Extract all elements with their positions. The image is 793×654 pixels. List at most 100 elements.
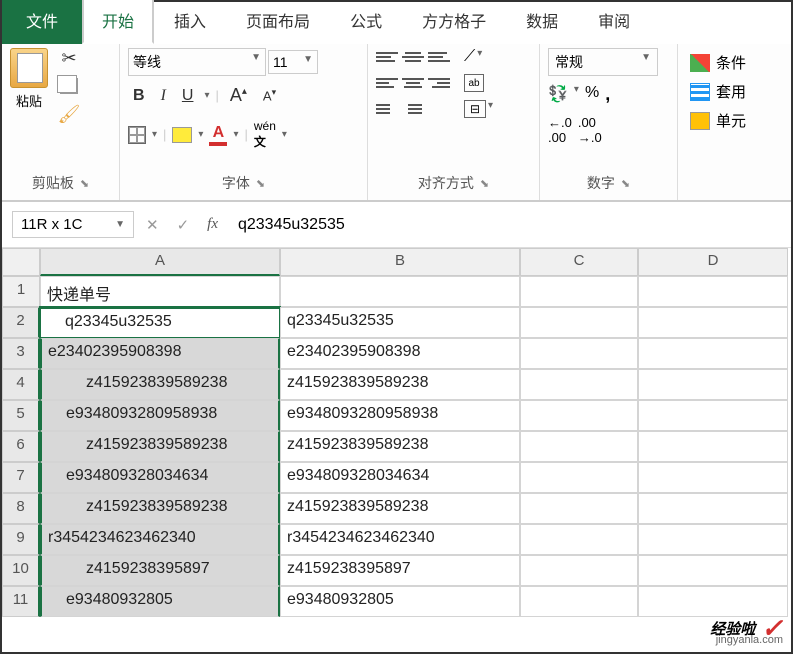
comma-button[interactable]: , bbox=[605, 84, 610, 105]
font-size-select[interactable]: 11▼ bbox=[268, 50, 318, 74]
cell[interactable] bbox=[520, 462, 638, 493]
number-format-select[interactable]: 常规▼ bbox=[548, 48, 658, 76]
cell[interactable]: e9348093280958938 bbox=[40, 400, 280, 431]
fill-color-button[interactable] bbox=[172, 127, 192, 143]
cell[interactable]: z4159238395897 bbox=[280, 555, 520, 586]
cell[interactable] bbox=[638, 276, 788, 307]
tab-review[interactable]: 审阅 bbox=[578, 0, 650, 44]
cell[interactable]: z415923839589238 bbox=[40, 431, 280, 462]
cell[interactable]: z415923839589238 bbox=[280, 493, 520, 524]
fx-icon[interactable]: fx bbox=[207, 216, 218, 234]
row-header[interactable]: 7 bbox=[2, 462, 40, 493]
orientation-button[interactable]: ⟋ bbox=[464, 48, 475, 66]
format-painter-icon[interactable]: 🖌 bbox=[58, 104, 80, 124]
conditional-format-button[interactable]: 条件 bbox=[690, 52, 779, 73]
tab-formulas[interactable]: 公式 bbox=[330, 0, 402, 44]
format-table-button[interactable]: 套用 bbox=[690, 81, 779, 102]
italic-button[interactable]: I bbox=[156, 84, 171, 108]
chevron-down-icon[interactable]: ▾ bbox=[233, 129, 238, 140]
decrease-indent-button[interactable] bbox=[376, 100, 398, 118]
formula-input[interactable]: q23345u32535 bbox=[230, 212, 781, 238]
row-header[interactable]: 8 bbox=[2, 493, 40, 524]
cell[interactable] bbox=[638, 400, 788, 431]
cell[interactable]: r3454234623462340 bbox=[40, 524, 280, 555]
cell[interactable] bbox=[638, 493, 788, 524]
cell[interactable]: 快递单号 bbox=[40, 276, 280, 307]
tab-file[interactable]: 文件 bbox=[2, 0, 82, 44]
cell[interactable]: z415923839589238 bbox=[40, 369, 280, 400]
expand-icon[interactable]: ⬊ bbox=[621, 177, 630, 190]
wrap-text-button[interactable]: ab bbox=[464, 74, 484, 92]
tab-ffgz[interactable]: 方方格子 bbox=[402, 0, 506, 44]
cell[interactable] bbox=[638, 524, 788, 555]
name-box[interactable]: 11R x 1C▼ bbox=[12, 211, 134, 238]
row-header[interactable]: 5 bbox=[2, 400, 40, 431]
column-header-c[interactable]: C bbox=[520, 248, 638, 276]
cell[interactable] bbox=[520, 524, 638, 555]
copy-icon[interactable] bbox=[58, 76, 80, 96]
font-name-select[interactable]: 等线▼ bbox=[128, 48, 266, 76]
expand-icon[interactable]: ⬊ bbox=[80, 177, 89, 190]
cell[interactable] bbox=[520, 307, 638, 338]
cancel-icon[interactable]: ✕ bbox=[146, 216, 159, 234]
currency-button[interactable]: 💱 bbox=[548, 84, 568, 105]
increase-decimal-button[interactable]: ←.0.00 bbox=[548, 115, 572, 145]
cell[interactable]: e934809328034634 bbox=[40, 462, 280, 493]
row-header[interactable]: 10 bbox=[2, 555, 40, 586]
expand-icon[interactable]: ⬊ bbox=[256, 177, 265, 190]
chevron-down-icon[interactable]: ▾ bbox=[152, 129, 157, 140]
phonetic-button[interactable]: wén文 bbox=[254, 119, 276, 150]
cell-styles-button[interactable]: 单元 bbox=[690, 110, 779, 131]
chevron-down-icon[interactable]: ▾ bbox=[574, 84, 579, 105]
expand-icon[interactable]: ⬊ bbox=[480, 177, 489, 190]
row-header[interactable]: 4 bbox=[2, 369, 40, 400]
cell[interactable]: z415923839589238 bbox=[40, 493, 280, 524]
select-all-corner[interactable] bbox=[2, 248, 40, 276]
tab-layout[interactable]: 页面布局 bbox=[226, 0, 330, 44]
cell[interactable] bbox=[520, 586, 638, 617]
confirm-icon[interactable]: ✓ bbox=[177, 216, 190, 234]
tab-data[interactable]: 数据 bbox=[506, 0, 578, 44]
merge-button[interactable]: ⊟ bbox=[464, 100, 486, 118]
cell[interactable] bbox=[520, 555, 638, 586]
cell[interactable] bbox=[520, 369, 638, 400]
column-header-d[interactable]: D bbox=[638, 248, 788, 276]
cell[interactable]: e934809328034634 bbox=[280, 462, 520, 493]
cell[interactable]: e93480932805 bbox=[280, 586, 520, 617]
tab-insert[interactable]: 插入 bbox=[154, 0, 226, 44]
cell[interactable]: e93480932805 bbox=[40, 586, 280, 617]
cell[interactable]: e23402395908398 bbox=[280, 338, 520, 369]
cell[interactable] bbox=[638, 307, 788, 338]
align-center-button[interactable] bbox=[402, 74, 424, 92]
column-header-b[interactable]: B bbox=[280, 248, 520, 276]
column-header-a[interactable]: A bbox=[40, 248, 280, 276]
tab-home[interactable]: 开始 bbox=[82, 0, 154, 44]
cell[interactable]: q23345u32535 bbox=[280, 307, 520, 338]
chevron-down-icon[interactable]: ▾ bbox=[282, 129, 287, 140]
chevron-down-icon[interactable]: ▾ bbox=[488, 100, 493, 118]
row-header[interactable]: 2 bbox=[2, 307, 40, 338]
decrease-decimal-button[interactable]: .00→.0 bbox=[578, 115, 602, 145]
row-header[interactable]: 6 bbox=[2, 431, 40, 462]
cell[interactable] bbox=[638, 462, 788, 493]
decrease-font-button[interactable]: A▾ bbox=[258, 84, 281, 106]
cell[interactable]: r3454234623462340 bbox=[280, 524, 520, 555]
chevron-down-icon[interactable]: ▾ bbox=[198, 129, 203, 140]
cell[interactable]: z4159238395897 bbox=[40, 555, 280, 586]
align-middle-button[interactable] bbox=[402, 48, 424, 66]
row-header[interactable]: 11 bbox=[2, 586, 40, 617]
cell[interactable] bbox=[638, 431, 788, 462]
row-header[interactable]: 3 bbox=[2, 338, 40, 369]
cell[interactable]: e23402395908398 bbox=[40, 338, 280, 369]
cell[interactable] bbox=[638, 555, 788, 586]
increase-font-button[interactable]: A▴ bbox=[225, 82, 252, 109]
cell[interactable] bbox=[638, 369, 788, 400]
underline-button[interactable]: U bbox=[177, 84, 199, 108]
cell[interactable]: z415923839589238 bbox=[280, 369, 520, 400]
font-color-button[interactable]: A bbox=[209, 124, 227, 146]
row-header[interactable]: 9 bbox=[2, 524, 40, 555]
increase-indent-button[interactable] bbox=[402, 100, 424, 118]
cell[interactable]: e9348093280958938 bbox=[280, 400, 520, 431]
cut-icon[interactable]: ✂ bbox=[58, 48, 80, 68]
bold-button[interactable]: B bbox=[128, 84, 150, 108]
